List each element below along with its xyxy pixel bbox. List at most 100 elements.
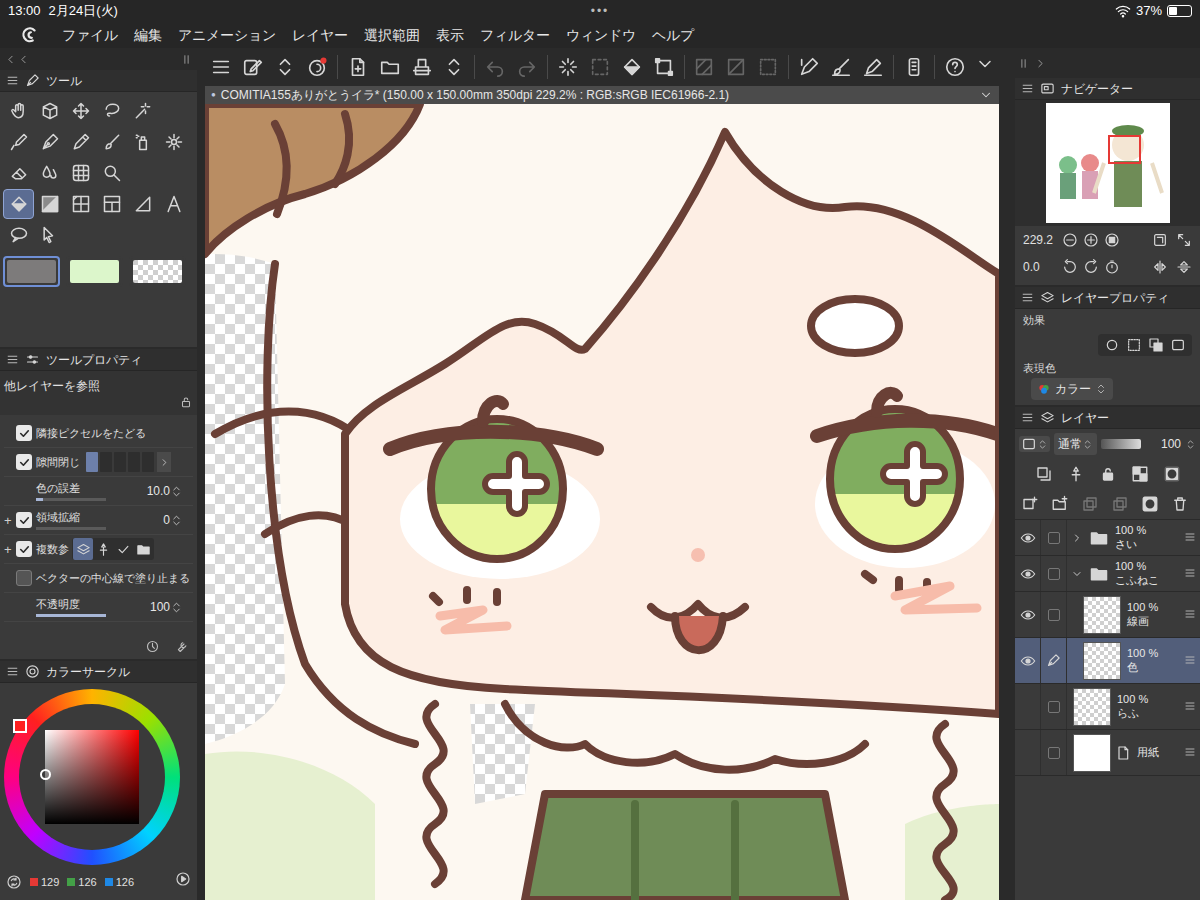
slider-value[interactable]: 100 bbox=[150, 598, 170, 616]
fullscreen-icon[interactable] bbox=[1176, 232, 1192, 248]
clip-studio-logo-icon[interactable] bbox=[19, 24, 41, 46]
menu-item[interactable]: ウィンドウ bbox=[566, 25, 636, 46]
edit-target[interactable] bbox=[1041, 638, 1067, 683]
reference-option[interactable] bbox=[73, 538, 93, 560]
edit-target[interactable] bbox=[1041, 520, 1067, 555]
brush2-icon[interactable] bbox=[830, 56, 852, 78]
layer-menu-icon[interactable] bbox=[1184, 567, 1196, 579]
layer-row[interactable]: 用紙 bbox=[1015, 730, 1200, 776]
command-button[interactable] bbox=[410, 54, 434, 80]
tone-effect-icon[interactable] bbox=[1126, 337, 1142, 353]
tool-button[interactable] bbox=[34, 189, 65, 219]
layer-menu-icon[interactable] bbox=[1184, 608, 1196, 620]
help-icon[interactable] bbox=[944, 56, 966, 78]
tool-button[interactable] bbox=[127, 189, 158, 219]
tool-button[interactable] bbox=[34, 96, 65, 126]
tool-button[interactable] bbox=[34, 127, 65, 157]
visibility-toggle[interactable] bbox=[1015, 684, 1041, 729]
select-box[interactable] bbox=[1048, 609, 1060, 621]
command-button[interactable] bbox=[378, 54, 402, 80]
opacity-slider[interactable] bbox=[1101, 439, 1141, 449]
new-layer-icon[interactable] bbox=[1021, 495, 1039, 513]
multitask-dots[interactable]: ••• bbox=[591, 2, 610, 20]
collapse-left-icon[interactable] bbox=[4, 53, 17, 66]
color-swatch[interactable] bbox=[3, 256, 60, 287]
tool-button[interactable] bbox=[96, 158, 127, 188]
grip-icon[interactable] bbox=[1017, 57, 1030, 70]
swirl-icon[interactable] bbox=[306, 56, 328, 78]
panel-menu-icon[interactable] bbox=[6, 665, 19, 678]
flip-horizontal-icon[interactable] bbox=[1152, 259, 1168, 275]
color-picker-marker[interactable] bbox=[40, 769, 51, 780]
grip-icon[interactable] bbox=[180, 53, 193, 66]
updown-icon[interactable] bbox=[274, 56, 296, 78]
select-box[interactable] bbox=[1048, 747, 1060, 759]
phone-icon[interactable] bbox=[903, 56, 925, 78]
combine-down-icon[interactable] bbox=[1111, 495, 1129, 513]
menu-item[interactable]: アニメーション bbox=[178, 25, 276, 46]
reset-icon[interactable] bbox=[145, 639, 160, 654]
panel-menu-icon[interactable] bbox=[1021, 411, 1034, 424]
fillsel-icon[interactable] bbox=[621, 56, 643, 78]
zoom-value[interactable]: 229.2 bbox=[1023, 231, 1057, 249]
layer-color-icon[interactable] bbox=[1148, 337, 1164, 353]
settings-wrench-icon[interactable] bbox=[174, 639, 189, 654]
tool-button[interactable] bbox=[3, 127, 34, 157]
gap-level-selector[interactable] bbox=[86, 452, 154, 472]
menu-item[interactable]: レイヤー bbox=[292, 25, 348, 46]
layer-menu-icon[interactable] bbox=[1184, 700, 1196, 712]
visibility-toggle[interactable] bbox=[1015, 730, 1041, 775]
command-button[interactable] bbox=[652, 54, 676, 80]
gap-segment[interactable] bbox=[100, 452, 112, 472]
panel-menu-icon[interactable] bbox=[6, 353, 19, 366]
color-swatch[interactable] bbox=[129, 256, 186, 287]
select-box[interactable] bbox=[1048, 568, 1060, 580]
layer-row[interactable]: 100 %色 bbox=[1015, 638, 1200, 684]
play-icon[interactable] bbox=[175, 871, 191, 887]
create-mask-icon[interactable] bbox=[1141, 495, 1159, 513]
folder-icon[interactable] bbox=[379, 56, 401, 78]
red-value[interactable]: 129 bbox=[41, 874, 59, 891]
command-button[interactable] bbox=[797, 54, 821, 80]
chevron-right-icon[interactable] bbox=[159, 457, 170, 468]
fit-icon[interactable] bbox=[1152, 232, 1168, 248]
expand-plus[interactable]: + bbox=[4, 542, 12, 557]
tool-button[interactable] bbox=[127, 127, 158, 157]
actual-size-icon[interactable] bbox=[1104, 232, 1120, 248]
opacity-value[interactable]: 100 bbox=[1161, 435, 1181, 453]
delete-layer-icon[interactable] bbox=[1171, 495, 1189, 513]
rotate-left-icon[interactable] bbox=[1062, 259, 1078, 275]
stepper-icon[interactable] bbox=[170, 514, 183, 527]
tool-button[interactable] bbox=[96, 127, 127, 157]
collapse-left-icon[interactable] bbox=[17, 53, 30, 66]
newfile-icon[interactable] bbox=[347, 56, 369, 78]
green-value[interactable]: 126 bbox=[78, 874, 96, 891]
layer-menu-icon[interactable] bbox=[1184, 654, 1196, 666]
transform-icon[interactable] bbox=[653, 56, 675, 78]
checkbox[interactable] bbox=[16, 454, 32, 470]
visibility-toggle[interactable] bbox=[1015, 556, 1041, 591]
slider-value[interactable]: 0 bbox=[163, 511, 170, 529]
blend-mode-dropdown[interactable]: 通常 bbox=[1054, 433, 1097, 455]
reference-option[interactable] bbox=[133, 538, 153, 560]
tool-button[interactable] bbox=[65, 189, 96, 219]
lock-transparent-icon[interactable] bbox=[1131, 465, 1149, 483]
swap-colors-icon[interactable] bbox=[6, 874, 22, 890]
menu-icon[interactable] bbox=[210, 56, 232, 78]
visibility-toggle[interactable] bbox=[1015, 520, 1041, 555]
lock-layer-icon[interactable] bbox=[1099, 465, 1117, 483]
gap-segment[interactable] bbox=[142, 452, 154, 472]
edit-target[interactable] bbox=[1041, 730, 1067, 775]
layer-row[interactable]: 100 %さい bbox=[1015, 520, 1200, 556]
layer-row[interactable]: 100 %線画 bbox=[1015, 592, 1200, 638]
tool-button[interactable] bbox=[65, 158, 96, 188]
print-icon[interactable] bbox=[411, 56, 433, 78]
command-button[interactable] bbox=[209, 54, 233, 80]
tool-button[interactable] bbox=[34, 158, 65, 188]
slider-track[interactable] bbox=[36, 527, 106, 530]
menu-item[interactable]: フィルター bbox=[480, 25, 550, 46]
gap-segment[interactable] bbox=[128, 452, 140, 472]
stepper-icon[interactable] bbox=[170, 485, 183, 498]
command-button[interactable] bbox=[241, 54, 265, 80]
layer-menu-icon[interactable] bbox=[1184, 531, 1196, 543]
